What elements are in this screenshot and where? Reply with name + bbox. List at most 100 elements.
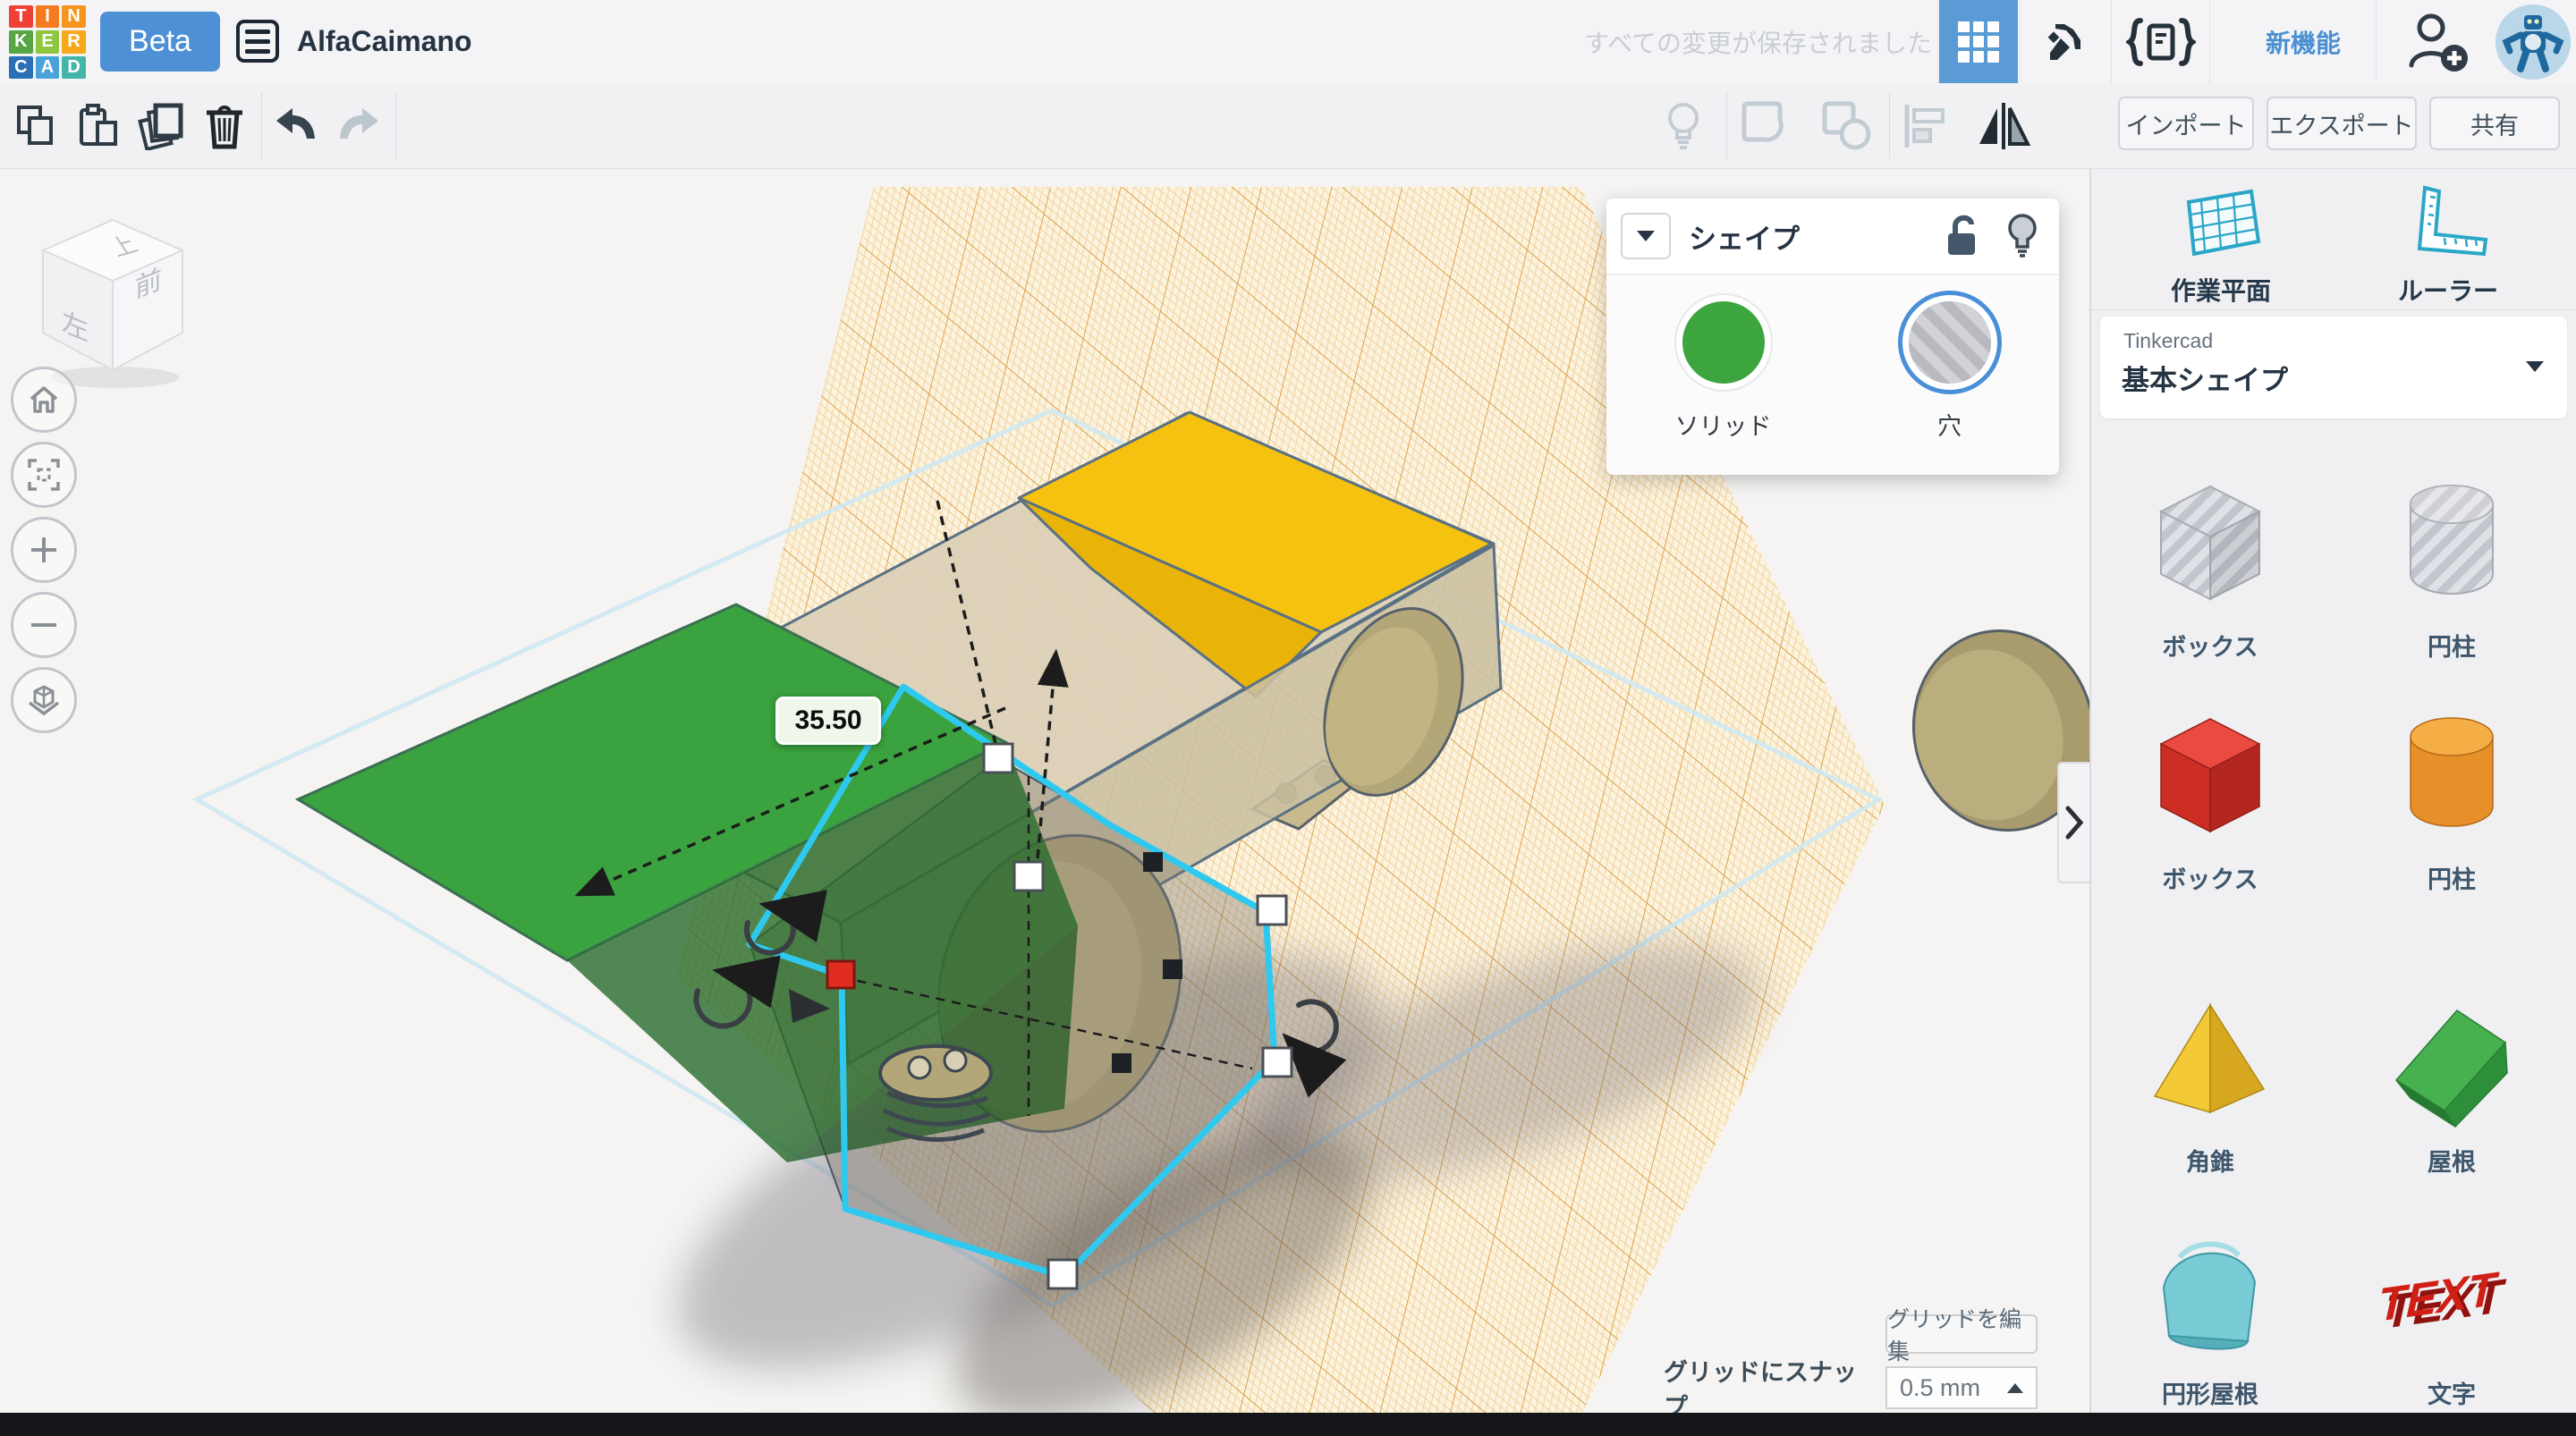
shape-label: 円形屋根	[2162, 1381, 2258, 1408]
dimension-input[interactable]: 35.50	[775, 697, 881, 745]
snap-grid-select[interactable]: 0.5 mm	[1885, 1366, 2038, 1409]
shape-label: ボックス	[2162, 866, 2258, 893]
dashboard-grid-button[interactable]	[1939, 0, 2018, 83]
group-button[interactable]	[1735, 83, 1798, 168]
roof-icon	[2394, 1009, 2508, 1128]
ungroup-icon	[1822, 101, 1871, 149]
hole-swatch[interactable]	[1908, 301, 1991, 384]
library-brand: Tinkercad	[2123, 329, 2214, 352]
redo-button[interactable]	[335, 83, 385, 168]
hole-box-icon	[2158, 485, 2262, 601]
show-all-button[interactable]	[1657, 83, 1710, 168]
home-icon	[30, 386, 58, 413]
invite-user-button[interactable]	[2385, 0, 2490, 83]
tinkercad-logo[interactable]: T I N K E R C A D	[9, 5, 86, 79]
ruler-tool[interactable]: ルーラー	[2336, 182, 2560, 308]
snap-grid-value: 0.5 mm	[1900, 1373, 1981, 1401]
hide-shape-icon[interactable]	[2005, 213, 2039, 259]
mirror-icon	[1979, 102, 2031, 149]
grid-icon	[1958, 21, 1999, 63]
divider	[2376, 0, 2377, 83]
hole-option[interactable]: 穴	[1908, 301, 1991, 442]
shape-item-hole-cylinder[interactable]: 円柱	[2340, 465, 2563, 663]
add-person-icon	[2409, 13, 2468, 72]
shape-item-text[interactable]: TEXT TEXT 文字	[2340, 1221, 2563, 1410]
divider	[2111, 0, 2112, 83]
divider	[2020, 0, 2021, 83]
divider	[395, 92, 396, 159]
sidebar-collapse-tab[interactable]	[2057, 762, 2089, 883]
dropdown-icon	[2526, 361, 2544, 372]
shape-library-select[interactable]: Tinkercad 基本シェイプ	[2100, 317, 2567, 418]
new-features-link[interactable]: 新機能	[2236, 0, 2370, 83]
unlock-icon[interactable]	[1943, 214, 1982, 258]
share-button[interactable]: 共有	[2429, 97, 2560, 150]
design-properties-icon[interactable]	[236, 20, 279, 63]
ruler-icon	[2417, 185, 2488, 257]
solid-option[interactable]: ソリッド	[1675, 301, 1772, 442]
orange-cylinder-icon	[2410, 717, 2494, 827]
home-view-button[interactable]	[11, 367, 77, 433]
shape-label: ボックス	[2162, 634, 2258, 661]
shape-item-round-roof[interactable]: 円形屋根	[2098, 1221, 2322, 1410]
workplane-tool[interactable]: 作業平面	[2109, 182, 2333, 308]
app-header: T I N K E R C A D Beta AlfaCaimano すべての変…	[0, 0, 2576, 84]
logo-tile: I	[35, 5, 60, 29]
library-name: 基本シェイプ	[2122, 365, 2288, 396]
inspector-collapse-button[interactable]	[1621, 213, 1671, 259]
logo-tile: N	[62, 5, 86, 29]
fit-view-button[interactable]	[11, 442, 77, 508]
import-button[interactable]: インポート	[2118, 97, 2254, 150]
export-button[interactable]: エクスポート	[2267, 97, 2417, 150]
shape-label: 文字	[2428, 1381, 2476, 1408]
ungroup-button[interactable]	[1816, 83, 1878, 168]
solid-color-swatch[interactable]	[1682, 301, 1765, 384]
lightbulb-icon	[1668, 102, 1699, 149]
group-icon	[1741, 101, 1784, 142]
shapes-sidebar: 作業平面 ルーラー Tinkercad 基本シェイプ ボックス 円柱 ボックス …	[2089, 168, 2576, 1413]
redo-icon	[340, 107, 378, 139]
divider	[1889, 92, 1890, 159]
view-cube[interactable]: 上 左 前	[32, 211, 193, 390]
screen-bottom-bar	[0, 1413, 2576, 1436]
paste-button[interactable]	[75, 83, 122, 168]
shape-item-hole-box[interactable]: ボックス	[2098, 465, 2322, 663]
delete-button[interactable]	[200, 83, 249, 168]
minecraft-export-button[interactable]	[2027, 0, 2106, 83]
logo-tile: E	[35, 30, 60, 54]
selected-corner-handle[interactable]	[826, 959, 856, 990]
copy-button[interactable]	[13, 83, 59, 168]
divider	[1937, 0, 1938, 83]
edit-grid-button[interactable]: グリッドを編集	[1885, 1307, 2038, 1364]
zoom-out-button[interactable]	[11, 592, 77, 658]
robot-avatar-icon	[2502, 15, 2564, 72]
duplicate-button[interactable]	[136, 83, 186, 168]
solid-label: ソリッド	[1674, 413, 1772, 440]
code-braces-icon	[2126, 17, 2196, 66]
undo-button[interactable]	[270, 83, 320, 168]
plus-icon	[31, 537, 56, 562]
align-button[interactable]	[1896, 83, 1955, 168]
workplane-icon	[2186, 189, 2261, 257]
beta-badge[interactable]: Beta	[100, 12, 220, 72]
avatar[interactable]	[2496, 4, 2571, 80]
perspective-toggle-button[interactable]	[11, 667, 77, 733]
shape-item-orange-cylinder[interactable]: 円柱	[2340, 697, 2563, 895]
mirror-button[interactable]	[1971, 83, 2036, 168]
shape-label: 円柱	[2428, 634, 2476, 661]
shape-item-roof[interactable]: 屋根	[2340, 989, 2563, 1178]
trash-icon	[207, 105, 242, 148]
logo-tile: C	[9, 55, 33, 79]
text-shape-icon: TEXT TEXT	[2380, 1263, 2507, 1339]
shape-item-red-box[interactable]: ボックス	[2098, 697, 2322, 895]
shape-inspector-panel: シェイプ ソリッド 穴	[1606, 199, 2059, 475]
ruler-label: ルーラー	[2397, 277, 2498, 305]
logo-tile: K	[9, 30, 33, 54]
shape-item-pyramid[interactable]: 角錐	[2098, 989, 2322, 1178]
hole-cylinder-icon	[2410, 485, 2494, 595]
zoom-in-button[interactable]	[11, 517, 77, 583]
code-blocks-button[interactable]	[2118, 0, 2204, 83]
logo-tile: R	[62, 30, 86, 54]
design-title[interactable]: AlfaCaimano	[297, 0, 472, 83]
fit-view-icon	[28, 459, 60, 491]
